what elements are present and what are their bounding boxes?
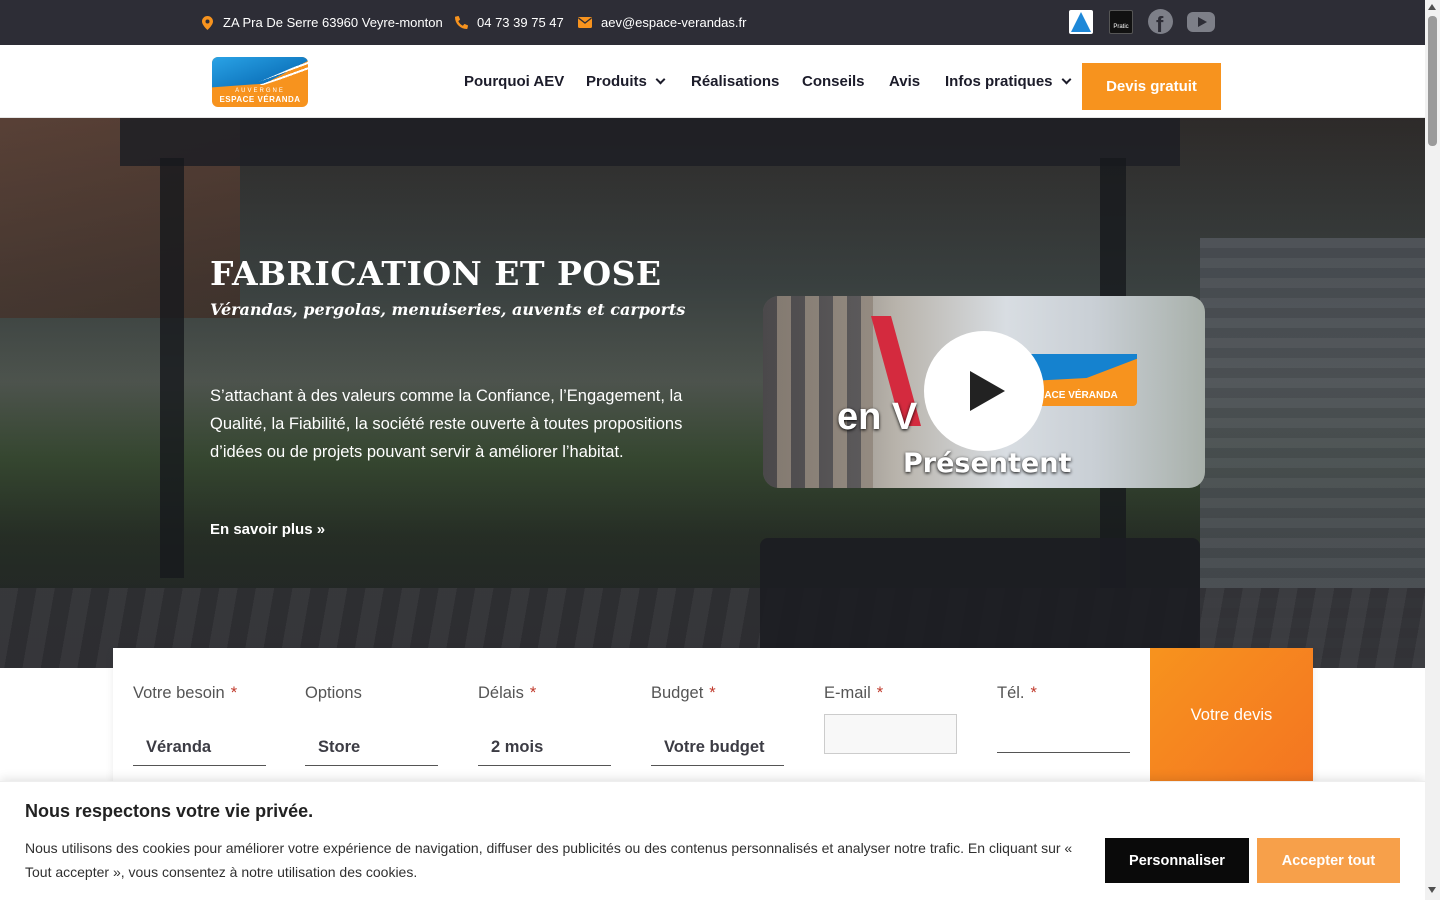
field-label-text: Tél. xyxy=(997,684,1025,702)
hero-bg-post xyxy=(160,158,184,578)
hero-bg-pergola xyxy=(120,118,1180,166)
nav-item-label: Conseils xyxy=(802,73,865,90)
field-label-text: Budget xyxy=(651,684,704,702)
nav-item-label: Infos pratiques xyxy=(945,73,1053,90)
video-player[interactable]: ACE VÉRANDA en V Présentent xyxy=(763,296,1205,488)
options-select[interactable]: Store xyxy=(305,714,438,766)
nav-item-produits[interactable]: Produits xyxy=(586,45,666,118)
pratic-badge-label: Pratic xyxy=(1113,24,1129,30)
email-input[interactable] xyxy=(824,714,957,754)
logo-line1: AUVERGNE xyxy=(235,88,285,94)
field-label-text: Options xyxy=(305,684,362,702)
quote-form: Votre besoin * Véranda Options Store Déla… xyxy=(113,648,1313,798)
logo-line2: ESPACE VÉRANDA xyxy=(219,95,301,104)
youtube-icon[interactable] xyxy=(1187,9,1215,35)
nav-item-label: Avis xyxy=(889,73,921,90)
video-thumb-columns xyxy=(763,296,873,488)
chevron-down-icon xyxy=(655,74,666,85)
hero-subtitle: Vérandas, pergolas, menuiseries, auvents… xyxy=(210,300,686,319)
hero-section: FABRICATION ET POSE Vérandas, pergolas, … xyxy=(0,118,1425,668)
nav-item-label: Pourquoi AEV xyxy=(464,73,565,90)
phone-input[interactable] xyxy=(997,714,1130,753)
accept-all-cookies-button[interactable]: Accepter tout xyxy=(1257,838,1400,883)
required-mark: * xyxy=(709,684,716,702)
nav-item-conseils[interactable]: Conseils xyxy=(802,45,865,118)
address-info: ZA Pra De Serre 63960 Veyre-monton xyxy=(200,0,443,45)
free-quote-button[interactable]: Devis gratuit xyxy=(1082,63,1221,110)
page-scrollbar[interactable] xyxy=(1425,0,1440,900)
phone-text[interactable]: 04 73 39 75 47 xyxy=(477,15,564,30)
qualibat-badge-icon xyxy=(1069,10,1093,34)
hero-description: S’attachant à des valeurs comme la Confi… xyxy=(210,387,683,461)
site-logo[interactable]: AUVERGNE ESPACE VÉRANDA xyxy=(212,57,308,107)
email-link[interactable]: aev@espace-verandas.fr xyxy=(578,0,746,45)
facebook-icon[interactable] xyxy=(1147,9,1175,38)
get-quote-button[interactable]: Votre devis xyxy=(1150,648,1313,782)
field-label-text: Votre besoin xyxy=(133,684,225,702)
field-label: Budget * xyxy=(651,684,716,703)
nav-item-infos-pratiques[interactable]: Infos pratiques xyxy=(945,45,1071,118)
scroll-up-arrow-icon[interactable] xyxy=(1428,4,1436,10)
nav-item-pourquoi-aev[interactable]: Pourquoi AEV xyxy=(464,45,564,118)
field-label-text: Délais xyxy=(478,684,524,702)
customize-cookies-button[interactable]: Personnaliser xyxy=(1105,838,1249,883)
address-text: ZA Pra De Serre 63960 Veyre-monton xyxy=(223,15,443,30)
video-overlay-en: en V xyxy=(837,396,918,438)
top-bar: ZA Pra De Serre 63960 Veyre-monton 04 73… xyxy=(0,0,1425,45)
learn-more-link[interactable]: En savoir plus » xyxy=(210,521,325,538)
phone-icon xyxy=(454,16,468,29)
field-label: Options xyxy=(305,684,362,703)
envelope-icon xyxy=(578,17,592,28)
field-label: E-mail * xyxy=(824,684,883,703)
phone-link[interactable]: 04 73 39 75 47 xyxy=(454,0,564,45)
main-header: AUVERGNE ESPACE VÉRANDA Pourquoi AEV Pro… xyxy=(0,45,1425,118)
need-select[interactable]: Véranda xyxy=(133,714,266,766)
nav-item-label: Produits xyxy=(586,73,647,90)
scroll-thumb[interactable] xyxy=(1428,16,1437,146)
pratic-badge-icon: Pratic xyxy=(1109,10,1133,34)
scroll-down-arrow-icon[interactable] xyxy=(1428,887,1436,893)
required-mark: * xyxy=(876,684,884,702)
budget-select[interactable]: Votre budget xyxy=(651,714,784,766)
nav-item-label: Réalisations xyxy=(691,73,780,90)
hero-title: FABRICATION ET POSE xyxy=(210,254,662,293)
required-mark: * xyxy=(230,684,238,702)
play-icon[interactable] xyxy=(924,331,1044,451)
field-label-text: E-mail xyxy=(824,684,871,702)
field-label: Votre besoin * xyxy=(133,684,237,703)
chevron-down-icon xyxy=(1061,74,1071,85)
field-label: Tél. * xyxy=(997,684,1037,703)
delay-select[interactable]: 2 mois xyxy=(478,714,611,766)
email-text[interactable]: aev@espace-verandas.fr xyxy=(601,15,746,30)
cookie-text: Nous utilisons des cookies pour améliore… xyxy=(25,840,1073,880)
cookie-title: Nous respectons votre vie privée. xyxy=(25,801,314,821)
nav-item-avis[interactable]: Avis xyxy=(889,45,920,118)
nav-item-realisations[interactable]: Réalisations xyxy=(691,45,779,118)
map-marker-icon xyxy=(200,15,214,30)
required-mark: * xyxy=(529,684,537,702)
video-overlay-caption: Présentent xyxy=(903,448,1072,479)
cookie-banner: Nous respectons votre vie privée. Nous u… xyxy=(0,781,1425,900)
required-mark: * xyxy=(1030,684,1037,702)
field-label: Délais * xyxy=(478,684,536,703)
